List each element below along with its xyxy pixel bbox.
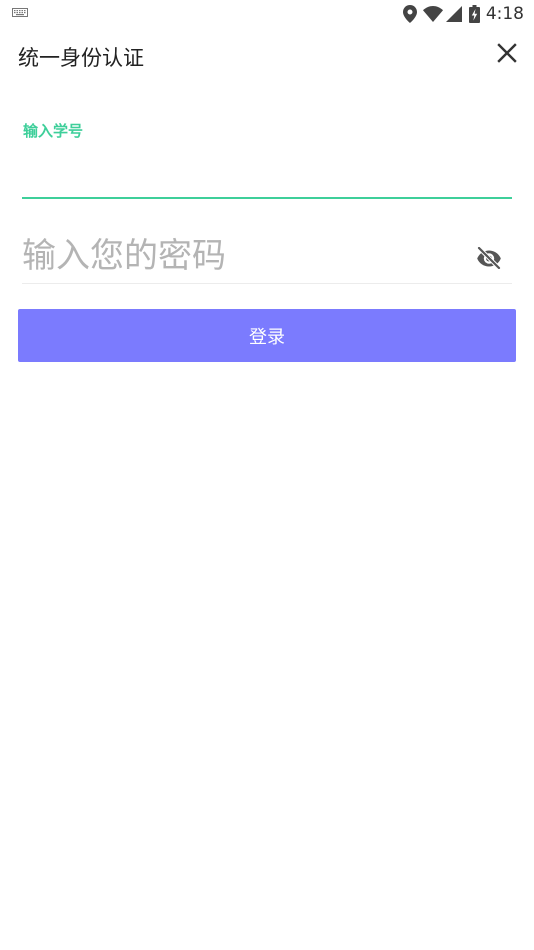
- close-button[interactable]: [494, 40, 520, 66]
- close-icon: [497, 43, 517, 63]
- student-id-underline: [22, 197, 512, 199]
- location-icon: [402, 5, 417, 23]
- page-title: 统一身份认证: [18, 46, 144, 70]
- student-id-input[interactable]: [22, 158, 512, 198]
- signal-icon: [445, 6, 462, 22]
- password-visibility-toggle[interactable]: [476, 246, 502, 270]
- status-bar: 4:18: [0, 0, 534, 28]
- password-input[interactable]: [22, 232, 462, 280]
- status-icons: 4:18: [402, 3, 524, 25]
- eye-off-icon: [477, 247, 501, 269]
- student-id-label: 输入学号: [23, 122, 84, 140]
- wifi-icon: [422, 6, 443, 22]
- login-button[interactable]: 登录: [18, 309, 516, 362]
- battery-charging-icon: [468, 5, 480, 23]
- status-time: 4:18: [485, 4, 524, 24]
- keyboard-icon: [12, 8, 28, 17]
- password-underline: [22, 283, 512, 284]
- login-screen: 4:18 统一身份认证 输入学号 登录: [0, 0, 534, 950]
